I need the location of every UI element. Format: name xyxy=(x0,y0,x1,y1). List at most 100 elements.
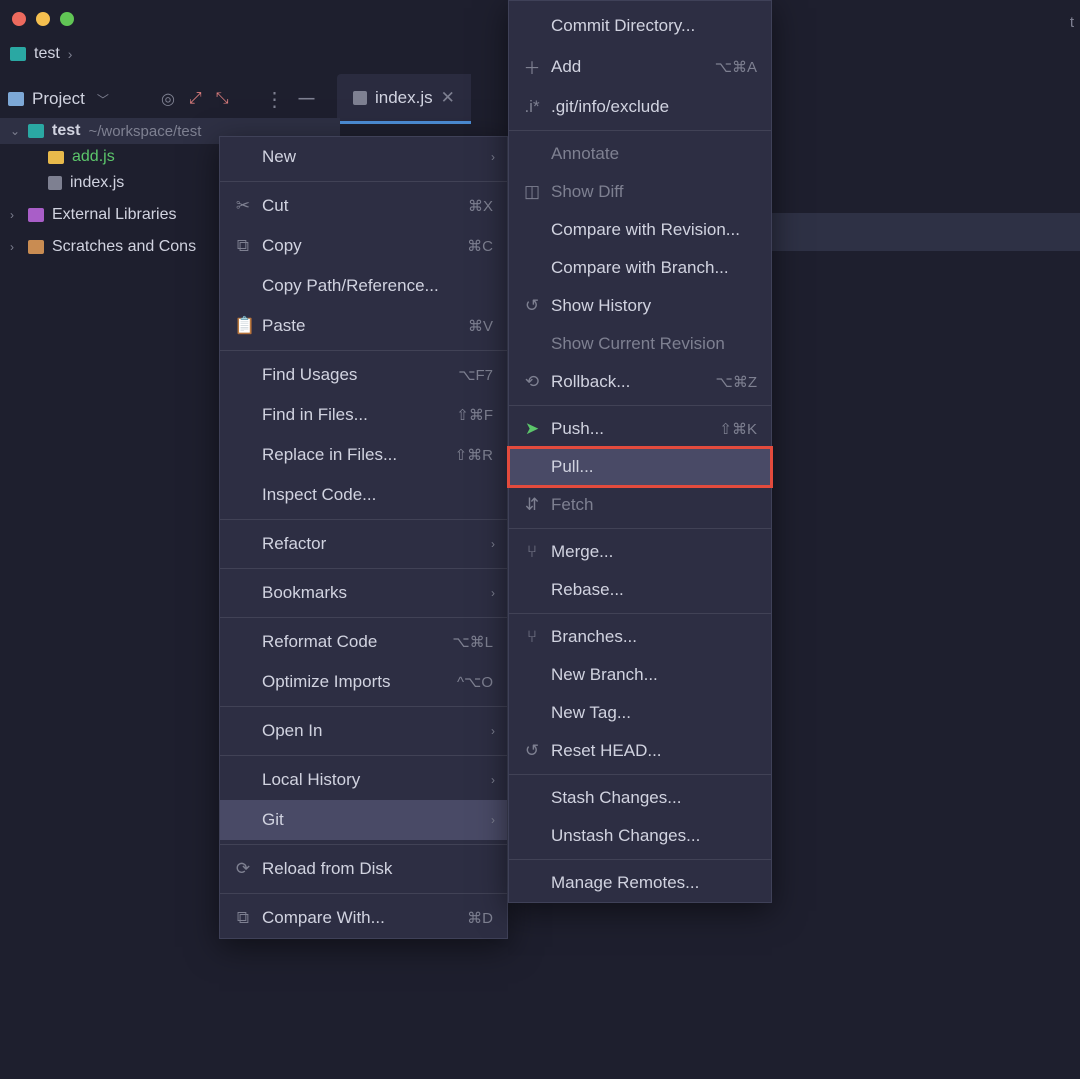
git-menu-item-git-info-exclude[interactable]: .i*.git/info/exclude xyxy=(509,88,771,126)
reload-icon: ⟳ xyxy=(234,859,252,879)
menu-separator xyxy=(509,613,771,614)
reset-icon: ↺ xyxy=(523,741,541,761)
context-menu-item-reformat-code[interactable]: Reformat Code⌥⌘L xyxy=(220,622,507,662)
library-icon xyxy=(28,208,44,222)
git-menu-item-new-branch[interactable]: New Branch... xyxy=(509,656,771,694)
menu-item-label: Manage Remotes... xyxy=(551,873,757,893)
tree-root-path: ~/workspace/test xyxy=(88,123,201,140)
close-icon[interactable]: ✕ xyxy=(441,88,455,108)
shortcut-label: ⌥⌘A xyxy=(715,58,757,76)
chevron-right-icon: › xyxy=(491,586,495,600)
menu-item-label: Pull... xyxy=(551,457,757,477)
menu-item-label: Replace in Files... xyxy=(262,445,445,465)
chevron-down-icon: ⌄ xyxy=(10,124,20,138)
menu-item-label: Commit Directory... xyxy=(551,16,757,36)
menu-separator xyxy=(220,844,507,845)
more-icon[interactable]: ⋮ xyxy=(265,87,285,112)
project-label: Project xyxy=(32,89,85,109)
menu-item-label: Reset HEAD... xyxy=(551,741,757,761)
paste-icon: 📋 xyxy=(234,316,252,336)
git-menu-item-reset-head[interactable]: ↺ Reset HEAD... xyxy=(509,732,771,770)
menu-separator xyxy=(220,755,507,756)
git-menu-item-compare-with-revision[interactable]: Compare with Revision... xyxy=(509,211,771,249)
context-menu-item-paste[interactable]: 📋Paste⌘V xyxy=(220,306,507,346)
menu-item-label: Stash Changes... xyxy=(551,788,757,808)
context-menu-item-inspect-code[interactable]: Inspect Code... xyxy=(220,475,507,515)
window-minimize-icon[interactable] xyxy=(36,12,50,26)
context-menu-item-git[interactable]: Git› xyxy=(220,800,507,840)
menu-item-label: Annotate xyxy=(551,144,757,164)
git-menu-item-pull[interactable]: Pull... xyxy=(509,448,771,486)
git-menu-item-manage-remotes[interactable]: Manage Remotes... xyxy=(509,864,771,902)
menu-item-label: Rebase... xyxy=(551,580,757,600)
menu-item-label: Local History xyxy=(262,770,493,790)
chevron-right-icon: › xyxy=(68,46,73,62)
menu-item-label: Open In xyxy=(262,721,493,741)
git-menu-item-unstash-changes[interactable]: Unstash Changes... xyxy=(509,817,771,855)
menu-separator xyxy=(509,528,771,529)
git-menu-item-push[interactable]: ➤Push...⇧⌘K xyxy=(509,410,771,448)
git-menu-item-stash-changes[interactable]: Stash Changes... xyxy=(509,779,771,817)
git-menu-item-merge[interactable]: ⑂Merge... xyxy=(509,533,771,571)
context-menu-item-find-usages[interactable]: Find Usages⌥F7 xyxy=(220,355,507,395)
editor-current-line xyxy=(772,213,1080,251)
git-menu-item-new-tag[interactable]: New Tag... xyxy=(509,694,771,732)
git-menu-item-compare-with-branch[interactable]: Compare with Branch... xyxy=(509,249,771,287)
context-menu-item-optimize-imports[interactable]: Optimize Imports^⌥O xyxy=(220,662,507,702)
context-menu-item-new[interactable]: New› xyxy=(220,137,507,177)
shortcut-label: ⇧⌘F xyxy=(456,406,493,424)
menu-item-label: Reformat Code xyxy=(262,632,442,652)
git-menu-item-branches[interactable]: ⑂Branches... xyxy=(509,618,771,656)
menu-separator xyxy=(220,893,507,894)
target-icon[interactable]: ◎ xyxy=(161,89,175,109)
git-menu-item-commit-directory[interactable]: Commit Directory... xyxy=(509,7,771,45)
folder-icon xyxy=(8,92,24,106)
tab-index-js[interactable]: index.js ✕ xyxy=(337,74,471,124)
context-menu-item-open-in[interactable]: Open In› xyxy=(220,711,507,751)
menu-item-label: Optimize Imports xyxy=(262,672,447,692)
git-menu-item-add[interactable]: ＋Add⌥⌘A xyxy=(509,45,771,88)
menu-separator xyxy=(220,519,507,520)
shortcut-label: ⌘D xyxy=(467,909,493,927)
git-submenu[interactable]: Commit Directory... ＋Add⌥⌘A.i*.git/info/e… xyxy=(508,0,772,903)
menu-item-label: Reload from Disk xyxy=(262,859,493,879)
chevron-right-icon: › xyxy=(491,773,495,787)
context-menu-item-compare-with[interactable]: ⧉Compare With...⌘D xyxy=(220,898,507,938)
tree-file-label: add.js xyxy=(72,148,115,166)
shortcut-label: ⇧⌘K xyxy=(719,420,757,438)
folder-icon xyxy=(28,124,44,138)
context-menu-item-cut[interactable]: ✂Cut⌘X xyxy=(220,186,507,226)
project-tool-window-button[interactable]: Project ﹀ xyxy=(8,89,109,109)
cut-icon: ✂ xyxy=(234,196,252,216)
context-menu-item-reload-from-disk[interactable]: ⟳ Reload from Disk xyxy=(220,849,507,889)
menu-separator xyxy=(220,568,507,569)
context-menu-item-refactor[interactable]: Refactor› xyxy=(220,524,507,564)
context-menu-item-bookmarks[interactable]: Bookmarks› xyxy=(220,573,507,613)
git-menu-item-rebase[interactable]: Rebase... xyxy=(509,571,771,609)
menu-item-label: Bookmarks xyxy=(262,583,493,603)
menu-item-label: Git xyxy=(262,810,493,830)
collapse-icon[interactable]: ⤡ xyxy=(216,90,229,108)
shortcut-label: ⌥F7 xyxy=(458,366,493,384)
expand-icon[interactable]: ⤢ xyxy=(189,90,202,108)
context-menu-item-copy[interactable]: ⧉Copy⌘C xyxy=(220,226,507,266)
menu-item-label: Push... xyxy=(551,419,709,439)
context-menu-item-local-history[interactable]: Local History› xyxy=(220,760,507,800)
context-menu-item-find-in-files[interactable]: Find in Files...⇧⌘F xyxy=(220,395,507,435)
window-close-icon[interactable] xyxy=(12,12,26,26)
menu-separator xyxy=(509,405,771,406)
git-menu-item-show-current-revision: Show Current Revision xyxy=(509,325,771,363)
menu-item-label: Rollback... xyxy=(551,372,706,392)
context-menu[interactable]: New›✂Cut⌘X⧉Copy⌘CCopy Path/Reference...📋… xyxy=(219,136,508,939)
git-menu-item-show-history[interactable]: ↺Show History xyxy=(509,287,771,325)
window-zoom-icon[interactable] xyxy=(60,12,74,26)
traffic-lights[interactable] xyxy=(12,12,74,26)
breadcrumb[interactable]: test › xyxy=(10,45,72,63)
shortcut-label: ⌘V xyxy=(468,317,493,335)
chevron-right-icon: › xyxy=(491,537,495,551)
git-menu-item-rollback[interactable]: ⟲Rollback...⌥⌘Z xyxy=(509,363,771,401)
menu-item-label: Show Current Revision xyxy=(551,334,757,354)
context-menu-item-copy-path-reference[interactable]: Copy Path/Reference... xyxy=(220,266,507,306)
minimize-icon[interactable]: — xyxy=(299,90,315,108)
context-menu-item-replace-in-files[interactable]: Replace in Files...⇧⌘R xyxy=(220,435,507,475)
